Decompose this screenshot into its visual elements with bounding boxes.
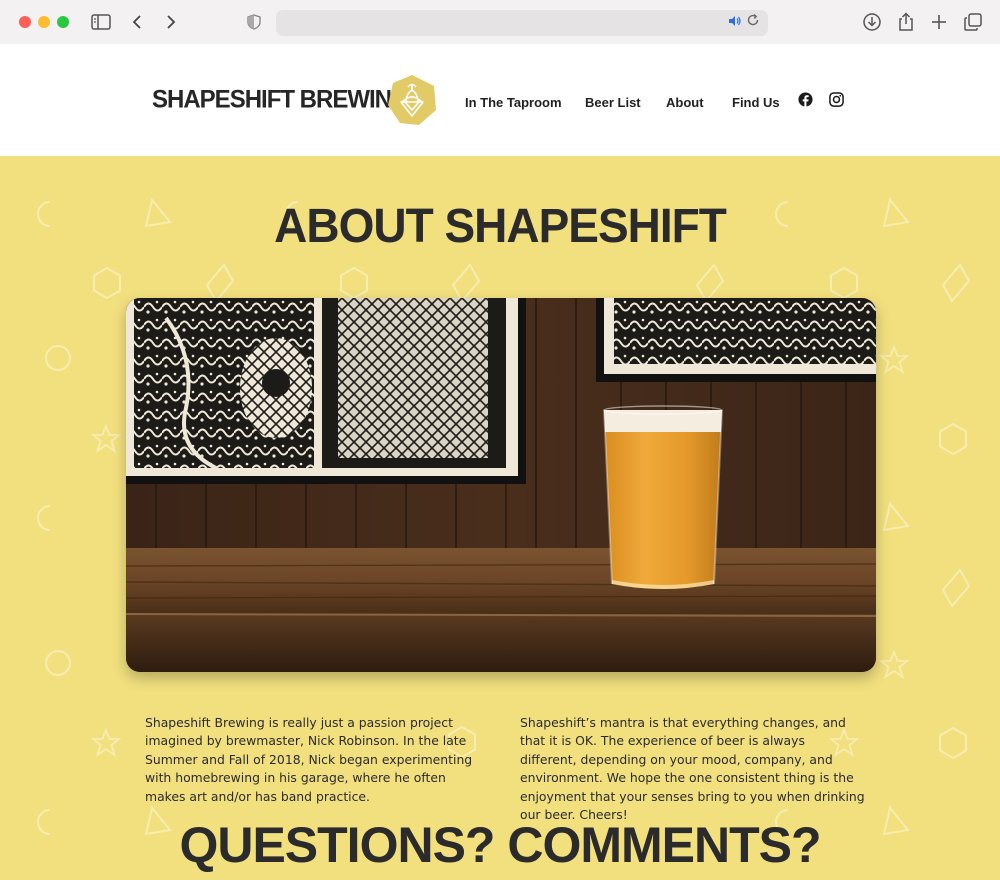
- taproom-beer-photo: [126, 298, 876, 672]
- about-paragraph-history: Shapeshift Brewing is really just a pass…: [145, 715, 473, 804]
- shield-icon[interactable]: [247, 10, 261, 34]
- forward-icon[interactable]: [165, 10, 177, 34]
- sidebar-icon[interactable]: [91, 10, 111, 34]
- nav-about[interactable]: About: [666, 95, 704, 110]
- about-paragraph-mantra: Shapeshift’s mantra is that everything c…: [520, 715, 865, 823]
- share-icon[interactable]: [897, 10, 915, 34]
- nav-find-us[interactable]: Find Us: [732, 95, 780, 110]
- zoom-window-button[interactable]: [57, 16, 69, 28]
- tabs-icon[interactable]: [963, 10, 983, 34]
- speaker-icon[interactable]: [728, 14, 742, 32]
- nav-beer-list[interactable]: Beer List: [585, 95, 641, 110]
- nav-in-the-taproom[interactable]: In The Taproom: [465, 95, 562, 110]
- back-icon[interactable]: [131, 10, 143, 34]
- site-header: SHAPESHIFT BREWING In The Taproom Beer L…: [0, 44, 1000, 156]
- facebook-icon[interactable]: [798, 92, 814, 108]
- reload-icon[interactable]: [746, 13, 760, 31]
- minimize-window-button[interactable]: [38, 16, 50, 28]
- about-heading: ABOUT SHAPESHIFT: [274, 197, 727, 253]
- questions-comments-heading: QUESTIONS? COMMENTS?: [179, 817, 821, 873]
- download-icon[interactable]: [862, 10, 882, 34]
- new-tab-icon[interactable]: [930, 10, 948, 34]
- browser-toolbar: [0, 0, 1000, 45]
- about-section: ABOUT SHAPESHIFT Shapeshift Brewing is r…: [0, 156, 1000, 880]
- brand-wordmark[interactable]: SHAPESHIFT BREWING: [152, 85, 410, 114]
- hop-logo-icon[interactable]: [384, 72, 440, 128]
- address-bar[interactable]: [276, 10, 768, 36]
- instagram-icon[interactable]: [829, 92, 845, 108]
- close-window-button[interactable]: [19, 16, 31, 28]
